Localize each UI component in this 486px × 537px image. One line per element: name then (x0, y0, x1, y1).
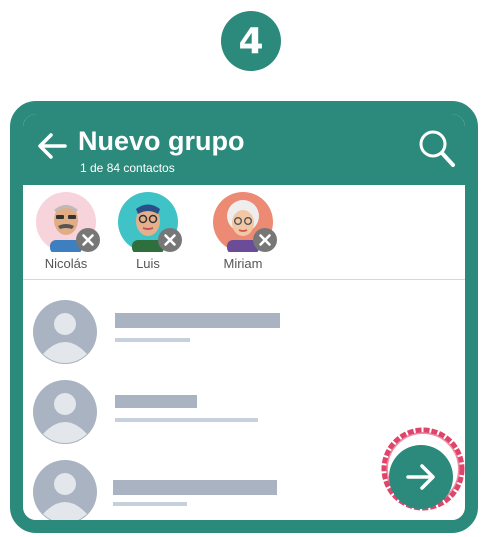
selected-contact-nicolas[interactable]: Nicolás (26, 192, 106, 276)
contact-row[interactable] (23, 290, 465, 370)
selected-contacts-strip: Nicolás Luis Miriam (23, 185, 465, 280)
remove-contact-icon[interactable] (158, 228, 182, 252)
arrow-right-icon (406, 464, 435, 490)
step-number-badge: 4 (221, 11, 281, 71)
contact-detail-placeholder (115, 418, 258, 422)
placeholder-avatar-icon (33, 460, 97, 520)
selected-contact-name: Nicolás (44, 256, 88, 271)
selected-contact-miriam[interactable]: Miriam (203, 192, 283, 276)
contact-count: 1 de 84 contactos (80, 161, 175, 175)
contact-detail-placeholder (113, 502, 187, 506)
placeholder-avatar-icon (33, 380, 97, 444)
app-bar: Nuevo grupo 1 de 84 contactos (23, 114, 465, 185)
search-icon[interactable] (417, 128, 457, 170)
step-number: 4 (238, 20, 264, 62)
placeholder-avatar-icon (33, 300, 97, 364)
selected-contact-name: Miriam (223, 256, 263, 271)
selected-contact-luis[interactable]: Luis (108, 192, 188, 276)
remove-contact-icon[interactable] (253, 228, 277, 252)
contact-name-placeholder (115, 313, 280, 328)
contact-name-placeholder (115, 395, 197, 408)
contact-name-placeholder (113, 480, 277, 495)
arrow-left-icon[interactable] (35, 129, 69, 163)
contact-detail-placeholder (115, 338, 190, 342)
remove-contact-icon[interactable] (76, 228, 100, 252)
selected-contact-name: Luis (136, 256, 160, 271)
next-button[interactable] (389, 445, 453, 509)
page-title: Nuevo grupo (78, 126, 245, 156)
